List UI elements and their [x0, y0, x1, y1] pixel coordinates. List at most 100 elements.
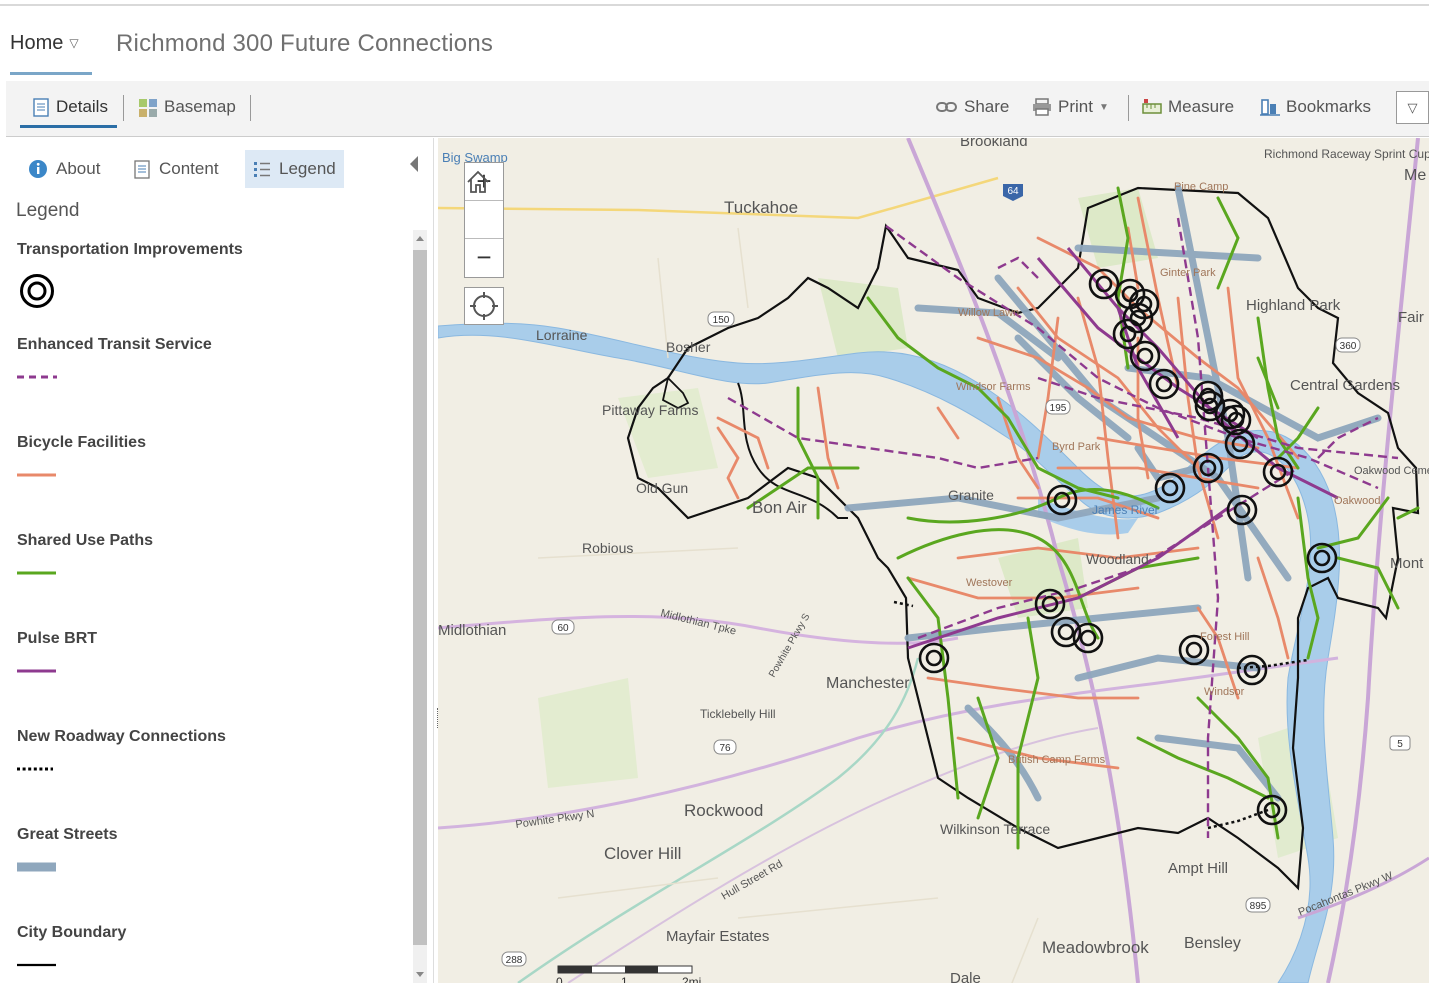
line-symbol-icon [17, 473, 56, 477]
measure-ruler-icon [1142, 99, 1162, 114]
side-panel: About Content Legend Legend Transportati… [6, 138, 440, 983]
legend-scrollbar[interactable] [413, 230, 427, 983]
place-label: Dale [950, 970, 981, 983]
svg-text:150: 150 [713, 315, 730, 326]
map-view[interactable]: 64 150 195 360 60 76 288 895 5 Brookland… [438, 138, 1429, 983]
highway-shield: 76 [713, 739, 737, 755]
legend-item-label: Transportation Improvements [17, 241, 243, 258]
details-button[interactable]: Details [32, 97, 108, 117]
legend-item-label: Great Streets [17, 826, 118, 843]
place-label: Oakwood Cemetery [1354, 465, 1429, 477]
line-symbol-icon [17, 669, 56, 673]
locate-button[interactable] [464, 287, 504, 325]
place-label: Bosher [666, 339, 711, 355]
highway-shield: 895 [1245, 897, 1271, 913]
toolbar-divider [250, 95, 251, 121]
svg-text:895: 895 [1250, 901, 1267, 912]
highway-shield: 5 [1389, 735, 1411, 751]
zoom-out-button[interactable]: − [465, 239, 503, 277]
legend-item: New Roadway Connections [17, 728, 397, 771]
place-label: Woodland [1086, 551, 1149, 567]
share-button[interactable]: Share [936, 97, 1009, 117]
print-button[interactable]: Print ▼ [1032, 97, 1109, 117]
place-label: Bon Air [752, 498, 807, 517]
legend-item: Bicycle Facilities [17, 434, 397, 477]
tab-legend-label: Legend [279, 159, 336, 178]
place-label: Pittaway Farms [602, 402, 698, 418]
place-label: Rockwood [684, 801, 763, 820]
highway-shield: 150 [707, 311, 735, 327]
bookmarks-button[interactable]: Bookmarks [1260, 97, 1371, 117]
place-label: Midlothian [438, 622, 506, 639]
tab-legend[interactable]: Legend [245, 150, 344, 188]
legend-item-label: City Boundary [17, 924, 127, 941]
more-menu-button[interactable]: ▽ [1396, 91, 1429, 124]
place-label: Me [1404, 167, 1426, 184]
place-label: Highland Park [1246, 297, 1341, 314]
legend-item-label: Enhanced Transit Service [17, 336, 212, 353]
place-label: Wilkinson Terrace [940, 821, 1050, 837]
scroll-thumb[interactable] [413, 250, 427, 945]
map-canvas: 64 150 195 360 60 76 288 895 5 Brookland… [438, 138, 1429, 983]
home-underline [10, 72, 92, 75]
place-label: James River [1092, 503, 1159, 517]
place-label: Old Gun [636, 480, 688, 496]
chevron-down-icon: ▽ [1407, 100, 1418, 115]
legend-item: Enhanced Transit Service [17, 336, 397, 379]
app-header: Home ▽ Richmond 300 Future Connections [0, 6, 1429, 81]
place-label: Mayfair Estates [666, 928, 769, 945]
basemap-button[interactable]: Basemap [138, 97, 236, 117]
basemap-grid-icon [139, 98, 157, 117]
legend-item-label: New Roadway Connections [17, 728, 226, 745]
legend-heading: Legend [16, 200, 80, 221]
svg-text:5: 5 [1397, 739, 1403, 750]
place-label: Westover [966, 577, 1013, 589]
scroll-down-arrow-icon[interactable] [416, 972, 424, 977]
place-label: Lorraine [536, 327, 588, 343]
place-label: Mont [1390, 555, 1424, 572]
place-label: Ticklebelly Hill [700, 707, 776, 721]
tab-content[interactable]: Content [125, 150, 227, 188]
measure-button[interactable]: Measure [1142, 97, 1234, 117]
tab-about[interactable]: About [20, 150, 108, 188]
bookmarks-label: Bookmarks [1286, 97, 1372, 116]
place-label: Granite [948, 487, 994, 503]
place-label: Willow Lawn [958, 307, 1019, 319]
legend-item-label: Bicycle Facilities [17, 434, 146, 451]
place-label: Windsor Farms [956, 381, 1031, 393]
home-extent-button[interactable] [465, 170, 503, 239]
place-label: Bensley [1184, 935, 1241, 952]
legend-item: Transportation Improvements [17, 241, 397, 308]
place-label: Robious [582, 540, 633, 556]
place-label: Forest Hill [1200, 631, 1250, 643]
legend-list: Transportation Improvements Enhanced Tra… [6, 228, 410, 983]
place-label: British Camp Farms [1008, 754, 1106, 766]
double-circle-symbol-icon [20, 274, 54, 308]
panel-tabs: About Content Legend [6, 150, 426, 188]
measure-label: Measure [1168, 97, 1235, 116]
link-icon [936, 102, 957, 112]
svg-text:76: 76 [719, 743, 731, 754]
place-label: Richmond Raceway Sprint Cup Garage [1264, 147, 1429, 161]
place-label: Central Gardens [1290, 377, 1400, 394]
details-active-indicator [20, 125, 117, 128]
svg-text:64: 64 [1007, 186, 1019, 197]
tab-about-label: About [56, 159, 101, 178]
svg-text:1: 1 [621, 975, 628, 983]
place-label: Clover Hill [604, 844, 681, 863]
highway-shield: 60 [551, 619, 575, 635]
caret-down-icon: ▼ [1098, 101, 1109, 113]
details-label: Details [56, 97, 108, 116]
home-menu[interactable]: Home ▽ [10, 32, 79, 55]
page-title: Richmond 300 Future Connections [116, 30, 494, 57]
dotted-line-symbol-icon [17, 767, 53, 771]
scroll-up-arrow-icon[interactable] [416, 236, 424, 241]
collapse-panel-icon[interactable] [410, 156, 418, 172]
content-list-icon [134, 159, 150, 179]
dashed-line-symbol-icon [17, 375, 57, 379]
legend-item-label: Shared Use Paths [17, 532, 154, 549]
zoom-control: + − [464, 162, 504, 278]
thick-line-symbol-icon [17, 862, 56, 872]
svg-text:195: 195 [1050, 403, 1067, 414]
svg-text:2mi: 2mi [682, 975, 701, 983]
